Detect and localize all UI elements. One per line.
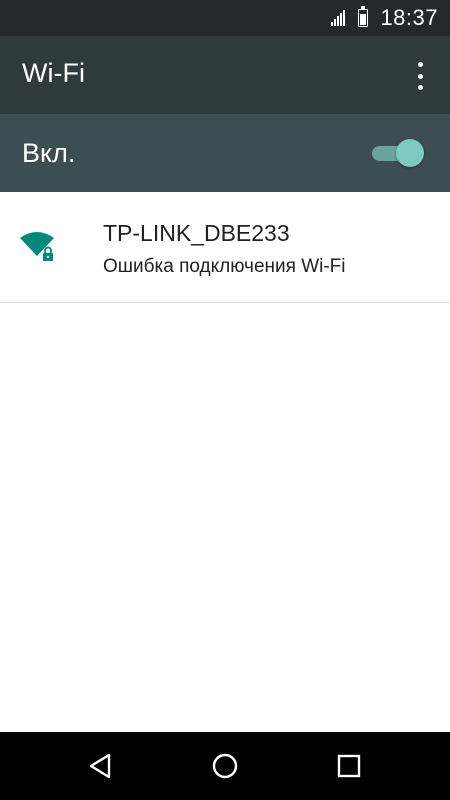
- more-vert-icon: [417, 62, 423, 67]
- network-ssid: TP-LINK_DBE233: [103, 220, 290, 246]
- wifi-switch-label: Вкл.: [22, 138, 76, 168]
- more-options-button[interactable]: [410, 62, 430, 90]
- page-title: Wi-Fi: [22, 58, 85, 88]
- battery-icon: [358, 6, 369, 27]
- recents-icon[interactable]: [334, 751, 364, 781]
- wifi-toggle[interactable]: [372, 137, 424, 169]
- toolbar: Wi-Fi: [0, 36, 450, 114]
- status-bar: 18:37: [0, 0, 450, 36]
- status-clock: 18:37: [380, 5, 438, 30]
- navigation-bar: [0, 732, 450, 800]
- wifi-switch-bar[interactable]: Вкл.: [0, 114, 450, 192]
- network-status: Ошибка подключения Wi-Fi: [103, 256, 346, 277]
- back-icon[interactable]: [86, 751, 116, 781]
- status-icons: 18:37: [331, 0, 438, 36]
- wifi-settings-screen: 18:37 Wi-Fi Вкл. TP-LINK_DBE233 Ошибка п…: [0, 0, 450, 800]
- network-item[interactable]: TP-LINK_DBE233 Ошибка подключения Wi-Fi: [0, 192, 450, 303]
- network-list: TP-LINK_DBE233 Ошибка подключения Wi-Fi: [0, 192, 450, 303]
- wifi-lock-icon: [20, 232, 54, 261]
- toggle-thumb: [396, 139, 424, 167]
- signal-icon: [331, 10, 346, 26]
- home-icon[interactable]: [210, 751, 240, 781]
